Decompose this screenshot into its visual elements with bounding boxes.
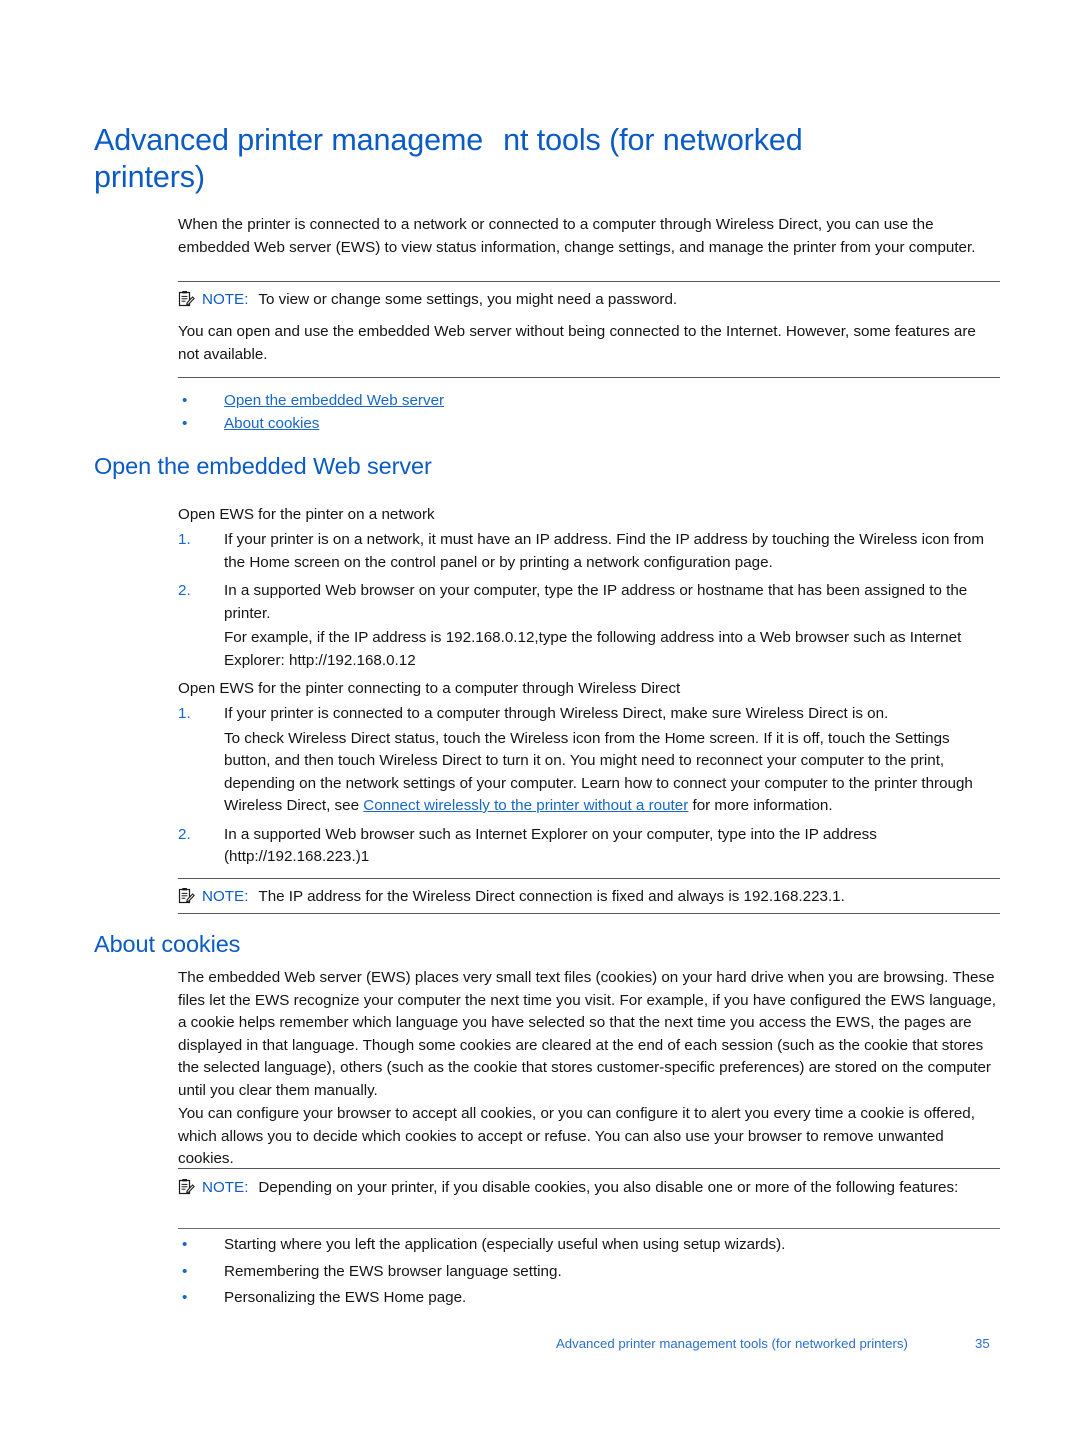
page-title-line2: printers)	[94, 160, 205, 194]
list-item: • Starting where you left the applicatio…	[178, 1234, 1000, 1257]
toc-link-list: • Open the embedded Web server • About c…	[178, 390, 1000, 435]
about-cookies-paragraph-2: You can configure your browser to accept…	[178, 1105, 975, 1167]
note2-label: NOTE:	[202, 888, 249, 905]
subheading-open-ews-wireless-direct: Open EWS for the pinter connecting to a …	[178, 680, 681, 697]
list-item[interactable]: • Open the embedded Web server	[178, 390, 1000, 413]
note1-rule-top	[178, 281, 1000, 282]
note1: NOTE: To view or change some settings, yo…	[178, 289, 1000, 312]
note3-rule-bottom	[178, 1228, 1000, 1229]
intro-block: When the printer is connected to a netwo…	[178, 214, 1000, 259]
open-ews-wireless-direct-steps: 1. If your printer is connected to a com…	[178, 703, 1000, 869]
link-open-embedded-web-server[interactable]: Open the embedded Web server	[224, 392, 444, 409]
list-item-text: If your printer is on a network, it must…	[224, 531, 985, 571]
subheading-open-ews-network: Open EWS for the pinter on a network	[178, 506, 435, 523]
bullet-icon: •	[182, 1262, 188, 1280]
list-item-text: If your printer is connected to a comput…	[224, 705, 889, 722]
list-marker: 1.	[178, 531, 191, 548]
list-item-detail: To check Wireless Direct status, touch t…	[224, 728, 1000, 818]
note1-label: NOTE:	[202, 291, 249, 308]
note2-rule-top	[178, 878, 1000, 879]
about-cookies-para2-block: You can configure your browser to accept…	[178, 1103, 1000, 1171]
numbered-list: 1. If your printer is connected to a com…	[178, 703, 1000, 869]
note2: NOTE: The IP address for the Wireless Dir…	[178, 886, 1000, 909]
bullet-icon: •	[182, 1289, 188, 1306]
note1-text: To view or change some settings, you mig…	[258, 291, 678, 308]
list-item-text: Remembering the EWS browser language set…	[224, 1262, 562, 1280]
list-marker: 2.	[178, 582, 191, 599]
note-clipboard-icon	[178, 887, 195, 904]
footer-page-number: 35	[975, 1336, 990, 1351]
note-clipboard-icon	[178, 1178, 195, 1195]
note-clipboard-icon	[178, 290, 195, 307]
feature-bullets: • Starting where you left the applicatio…	[178, 1234, 1000, 1310]
list-marker: 2.	[178, 825, 191, 843]
note2-text: The IP address for the Wireless Direct c…	[258, 888, 845, 905]
note3: NOTE: Depending on your printer, if you d…	[178, 1177, 1000, 1200]
list-item: 1. If your printer is connected to a com…	[178, 703, 1000, 818]
page-title-part-a: Advanced printer manageme	[94, 123, 484, 157]
numbered-list: 1. If your printer is on a network, it m…	[178, 529, 1000, 672]
open-ews-network-block: Open EWS for the pinter on a network	[178, 504, 1000, 527]
bullet-icon: •	[182, 392, 188, 409]
list-marker: 1.	[178, 705, 191, 722]
bullet-icon: •	[182, 1236, 188, 1253]
note3-text: Depending on your printer, if you disabl…	[258, 1179, 959, 1196]
list-item-detail-tail: for more information.	[688, 797, 833, 814]
note3-label: NOTE:	[202, 1179, 249, 1196]
link-about-cookies[interactable]: About cookies	[224, 415, 319, 432]
feature-bullet-list: • Starting where you left the applicatio…	[178, 1234, 1000, 1310]
list-item-text: In a supported Web browser on your compu…	[224, 582, 968, 622]
list-item: • Remembering the EWS browser language s…	[178, 1261, 1000, 1284]
note1-followup-block: You can open and use the embedded Web se…	[178, 321, 1000, 366]
list-item: • Personalizing the EWS Home page.	[178, 1287, 1000, 1310]
note1-followup-paragraph: You can open and use the embedded Web se…	[178, 323, 976, 363]
footer-title: Advanced printer management tools (for n…	[556, 1336, 908, 1351]
note2-rule-bottom	[178, 913, 1000, 914]
open-ews-wireless-direct-block: Open EWS for the pinter connecting to a …	[178, 678, 1000, 701]
about-cookies-paragraph-1: The embedded Web server (EWS) places ver…	[178, 969, 996, 1099]
page-title: Advanced printer manageme nt tools (for n…	[94, 122, 974, 196]
list-item-text: Starting where you left the application …	[224, 1236, 786, 1253]
toc-links: • Open the embedded Web server • About c…	[178, 390, 1000, 435]
list-item-text: Personalizing the EWS Home page.	[224, 1289, 467, 1306]
heading-about-cookies: About cookies	[94, 931, 241, 957]
list-item-text: In a supported Web browser such as Inter…	[224, 825, 877, 866]
open-ews-network-steps: 1. If your printer is on a network, it m…	[178, 529, 1000, 672]
note3-rule-top	[178, 1168, 1000, 1169]
bullet-icon: •	[182, 414, 188, 432]
page-title-part-b: nt tools (for networked	[503, 123, 803, 157]
note1-rule-bottom	[178, 377, 1000, 378]
intro-paragraph: When the printer is connected to a netwo…	[178, 216, 976, 256]
list-item: 1. If your printer is on a network, it m…	[178, 529, 1000, 574]
list-item[interactable]: • About cookies	[178, 413, 1000, 436]
list-item-extra-text: For example, if the IP address is 192.16…	[224, 629, 962, 669]
link-connect-wirelessly-without-router[interactable]: Connect wirelessly to the printer withou…	[363, 797, 688, 814]
list-item: 2. In a supported Web browser such as In…	[178, 824, 1000, 869]
heading-open-embedded-web-server: Open the embedded Web server	[94, 453, 432, 479]
list-item: 2. In a supported Web browser on your co…	[178, 580, 1000, 672]
document-page: Advanced printer manageme nt tools (for n…	[0, 0, 1080, 1437]
about-cookies-para1-block: The embedded Web server (EWS) places ver…	[178, 967, 1000, 1102]
